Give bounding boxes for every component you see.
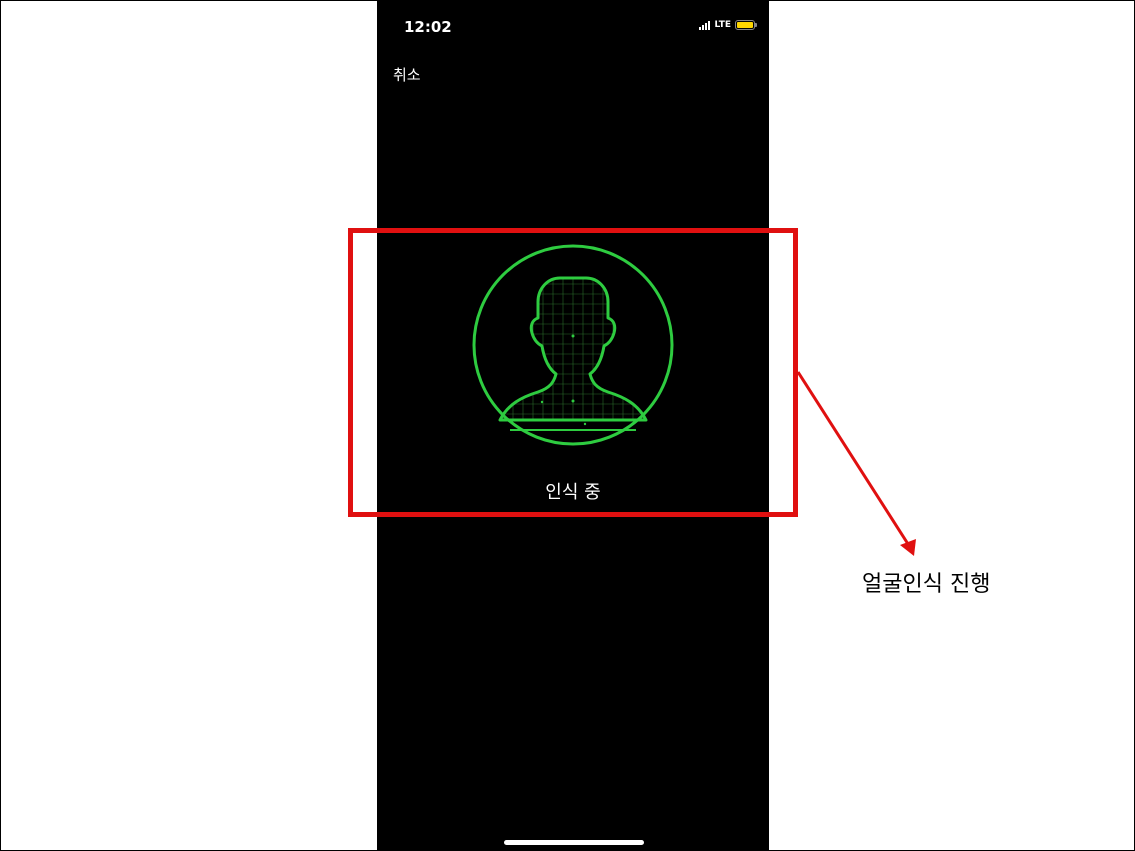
status-time: 12:02 [404, 18, 452, 36]
status-indicators: LTE [699, 20, 757, 30]
network-label: LTE [714, 20, 731, 30]
annotation-label: 얼굴인식 진행 [862, 572, 991, 597]
cancel-button[interactable]: 취소 [393, 64, 421, 85]
signal-icon [699, 20, 711, 30]
highlight-box [348, 228, 798, 517]
home-indicator[interactable] [504, 840, 644, 845]
battery-icon [735, 20, 757, 30]
